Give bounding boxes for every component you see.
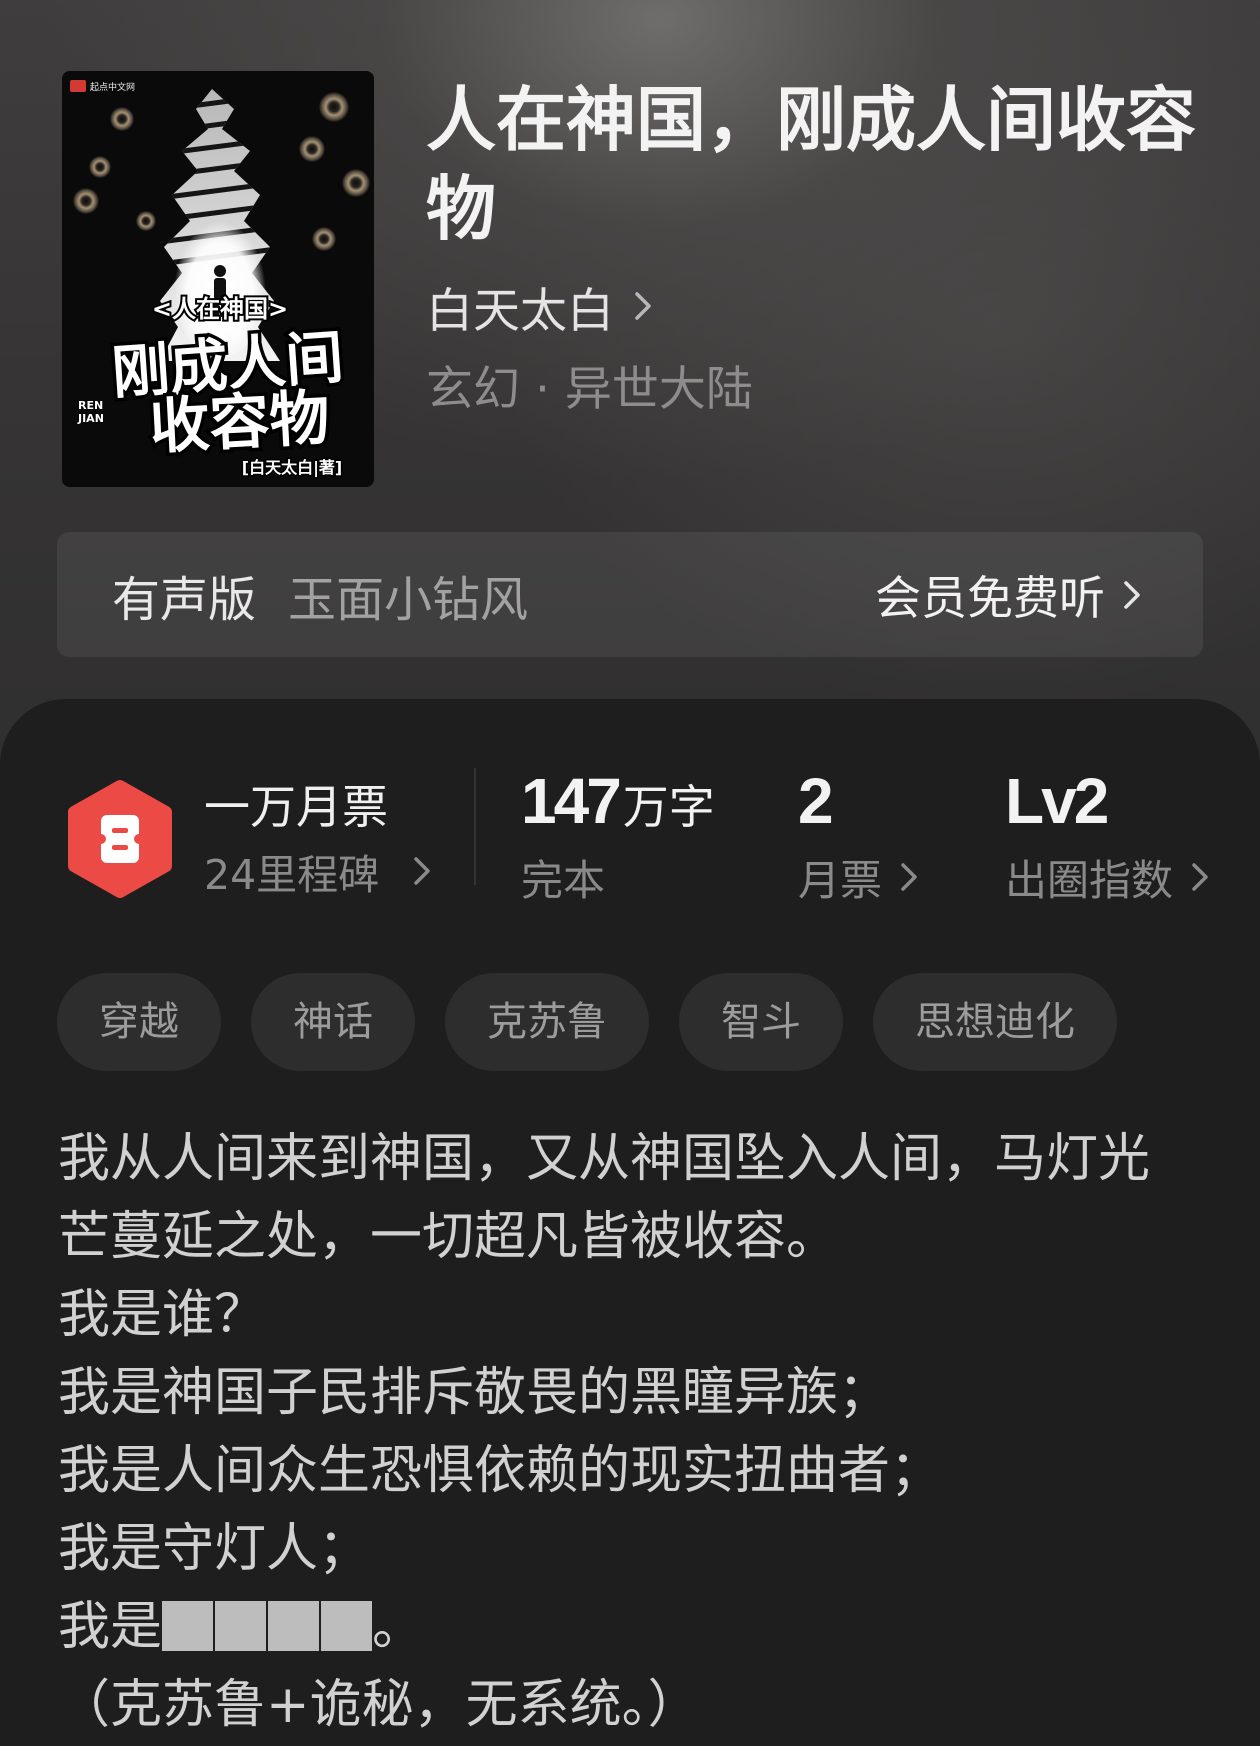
tag-chip[interactable]: 智斗 xyxy=(679,973,843,1071)
description-line: 我是守灯人； xyxy=(58,1519,371,1579)
monthly-tickets-number: 2 xyxy=(798,765,834,837)
chevron-right-icon xyxy=(1191,862,1209,892)
chevron-right-icon xyxy=(900,862,918,892)
influence-level-number: Lv2 xyxy=(1005,765,1109,837)
redacted-line-prefix: 我是 xyxy=(58,1597,163,1657)
chevron-right-icon xyxy=(1123,580,1141,610)
audiobook-narrator: 玉面小钻风 xyxy=(288,571,529,628)
monthly-tickets-link[interactable]: 月票 xyxy=(798,849,918,905)
description-line: 我从人间来到神国，又从神国坠入人间，马灯光 xyxy=(58,1129,1151,1189)
cover-publisher-logo: 起点中文网 xyxy=(90,81,135,93)
chevron-right-icon xyxy=(634,291,652,321)
word-count: 147万字 xyxy=(521,765,715,854)
chevron-right-icon xyxy=(413,856,431,886)
description-line: 芒蔓延之处，一切超凡皆被收容。 xyxy=(58,1207,839,1267)
book-cover-art: 起点中文网 <人在神国> 刚成人间 收容物 REN JIAN [白天太白|著] xyxy=(62,71,374,487)
cover-pinyin-bottom: JIAN xyxy=(77,412,104,425)
author-link[interactable]: 白天太白 xyxy=(426,276,652,339)
milestone-link[interactable]: 24里程碑 xyxy=(204,843,431,899)
cover-series-tag: <人在神国> xyxy=(152,295,288,323)
monthly-tickets-value[interactable]: 2 xyxy=(798,765,834,854)
cover-title-line2: 收容物 xyxy=(148,383,331,462)
ticket-hexagon-icon[interactable] xyxy=(65,779,175,899)
audiobook-label: 有声版 xyxy=(112,571,257,628)
word-count-number: 147 xyxy=(521,765,622,837)
listen-free-label: 会员免费听 xyxy=(875,570,1105,625)
audiobook-bar[interactable]: 有声版 玉面小钻风 会员免费听 xyxy=(57,532,1203,657)
book-title: 人在神国，刚成人间收容物 xyxy=(426,79,1196,250)
book-detail-page: 起点中文网 <人在神国> 刚成人间 收容物 REN JIAN [白天太白|著] … xyxy=(0,0,1260,1746)
description-closing-line: （克苏鲁+诡秘，无系统。） xyxy=(58,1675,700,1735)
description-redacted-line: 我是 。 xyxy=(58,1588,1238,1666)
milestone-count: 24里程碑 xyxy=(204,851,380,899)
milestone-tickets-title[interactable]: 一万月票 xyxy=(204,777,388,837)
book-description: 我从人间来到神国，又从神国坠入人间，马灯光 芒蔓延之处，一切超凡皆被收容。 我是… xyxy=(58,1120,1238,1744)
book-category: 玄幻 · 异世大陆 xyxy=(426,362,753,417)
redacted-blocks xyxy=(162,1601,373,1651)
completion-status-label: 完本 xyxy=(521,855,606,905)
redacted-line-suffix: 。 xyxy=(372,1597,425,1657)
tag-chip[interactable]: 穿越 xyxy=(57,973,221,1071)
description-line: 我是神国子民排斥敬畏的黑瞳异族； xyxy=(58,1363,891,1423)
tag-list: 穿越 神话 克苏鲁 智斗 思想迪化 xyxy=(57,973,1117,1071)
tag-chip[interactable]: 思想迪化 xyxy=(873,973,1117,1071)
cover-author-credit: [白天太白|著] xyxy=(242,458,342,478)
redacted-block xyxy=(268,1601,320,1651)
tag-chip[interactable]: 神话 xyxy=(251,973,415,1071)
cover-pinyin-top: REN xyxy=(78,399,103,412)
listen-free-button[interactable]: 会员免费听 xyxy=(875,562,1141,628)
word-count-unit: 万字 xyxy=(622,780,715,834)
publisher-logo-icon xyxy=(70,80,86,92)
redacted-block xyxy=(215,1601,267,1651)
completion-status: 完本 xyxy=(521,849,605,905)
description-line: 我是谁？ xyxy=(58,1285,267,1345)
tag-chip[interactable]: 克苏鲁 xyxy=(445,973,649,1071)
description-line: 我是人间众生恐惧依赖的现实扭曲者； xyxy=(58,1441,943,1501)
redacted-block xyxy=(162,1601,214,1651)
author-name: 白天太白 xyxy=(426,283,614,339)
stats-divider xyxy=(474,768,476,885)
influence-index-label: 出圈指数 xyxy=(1005,855,1174,905)
monthly-tickets-label: 月票 xyxy=(798,855,883,905)
influence-index-link[interactable]: 出圈指数 xyxy=(1005,849,1209,905)
book-cover: 起点中文网 <人在神国> 刚成人间 收容物 REN JIAN [白天太白|著] xyxy=(62,71,374,487)
redacted-block xyxy=(321,1601,373,1651)
influence-level-value[interactable]: Lv2 xyxy=(1005,765,1109,854)
